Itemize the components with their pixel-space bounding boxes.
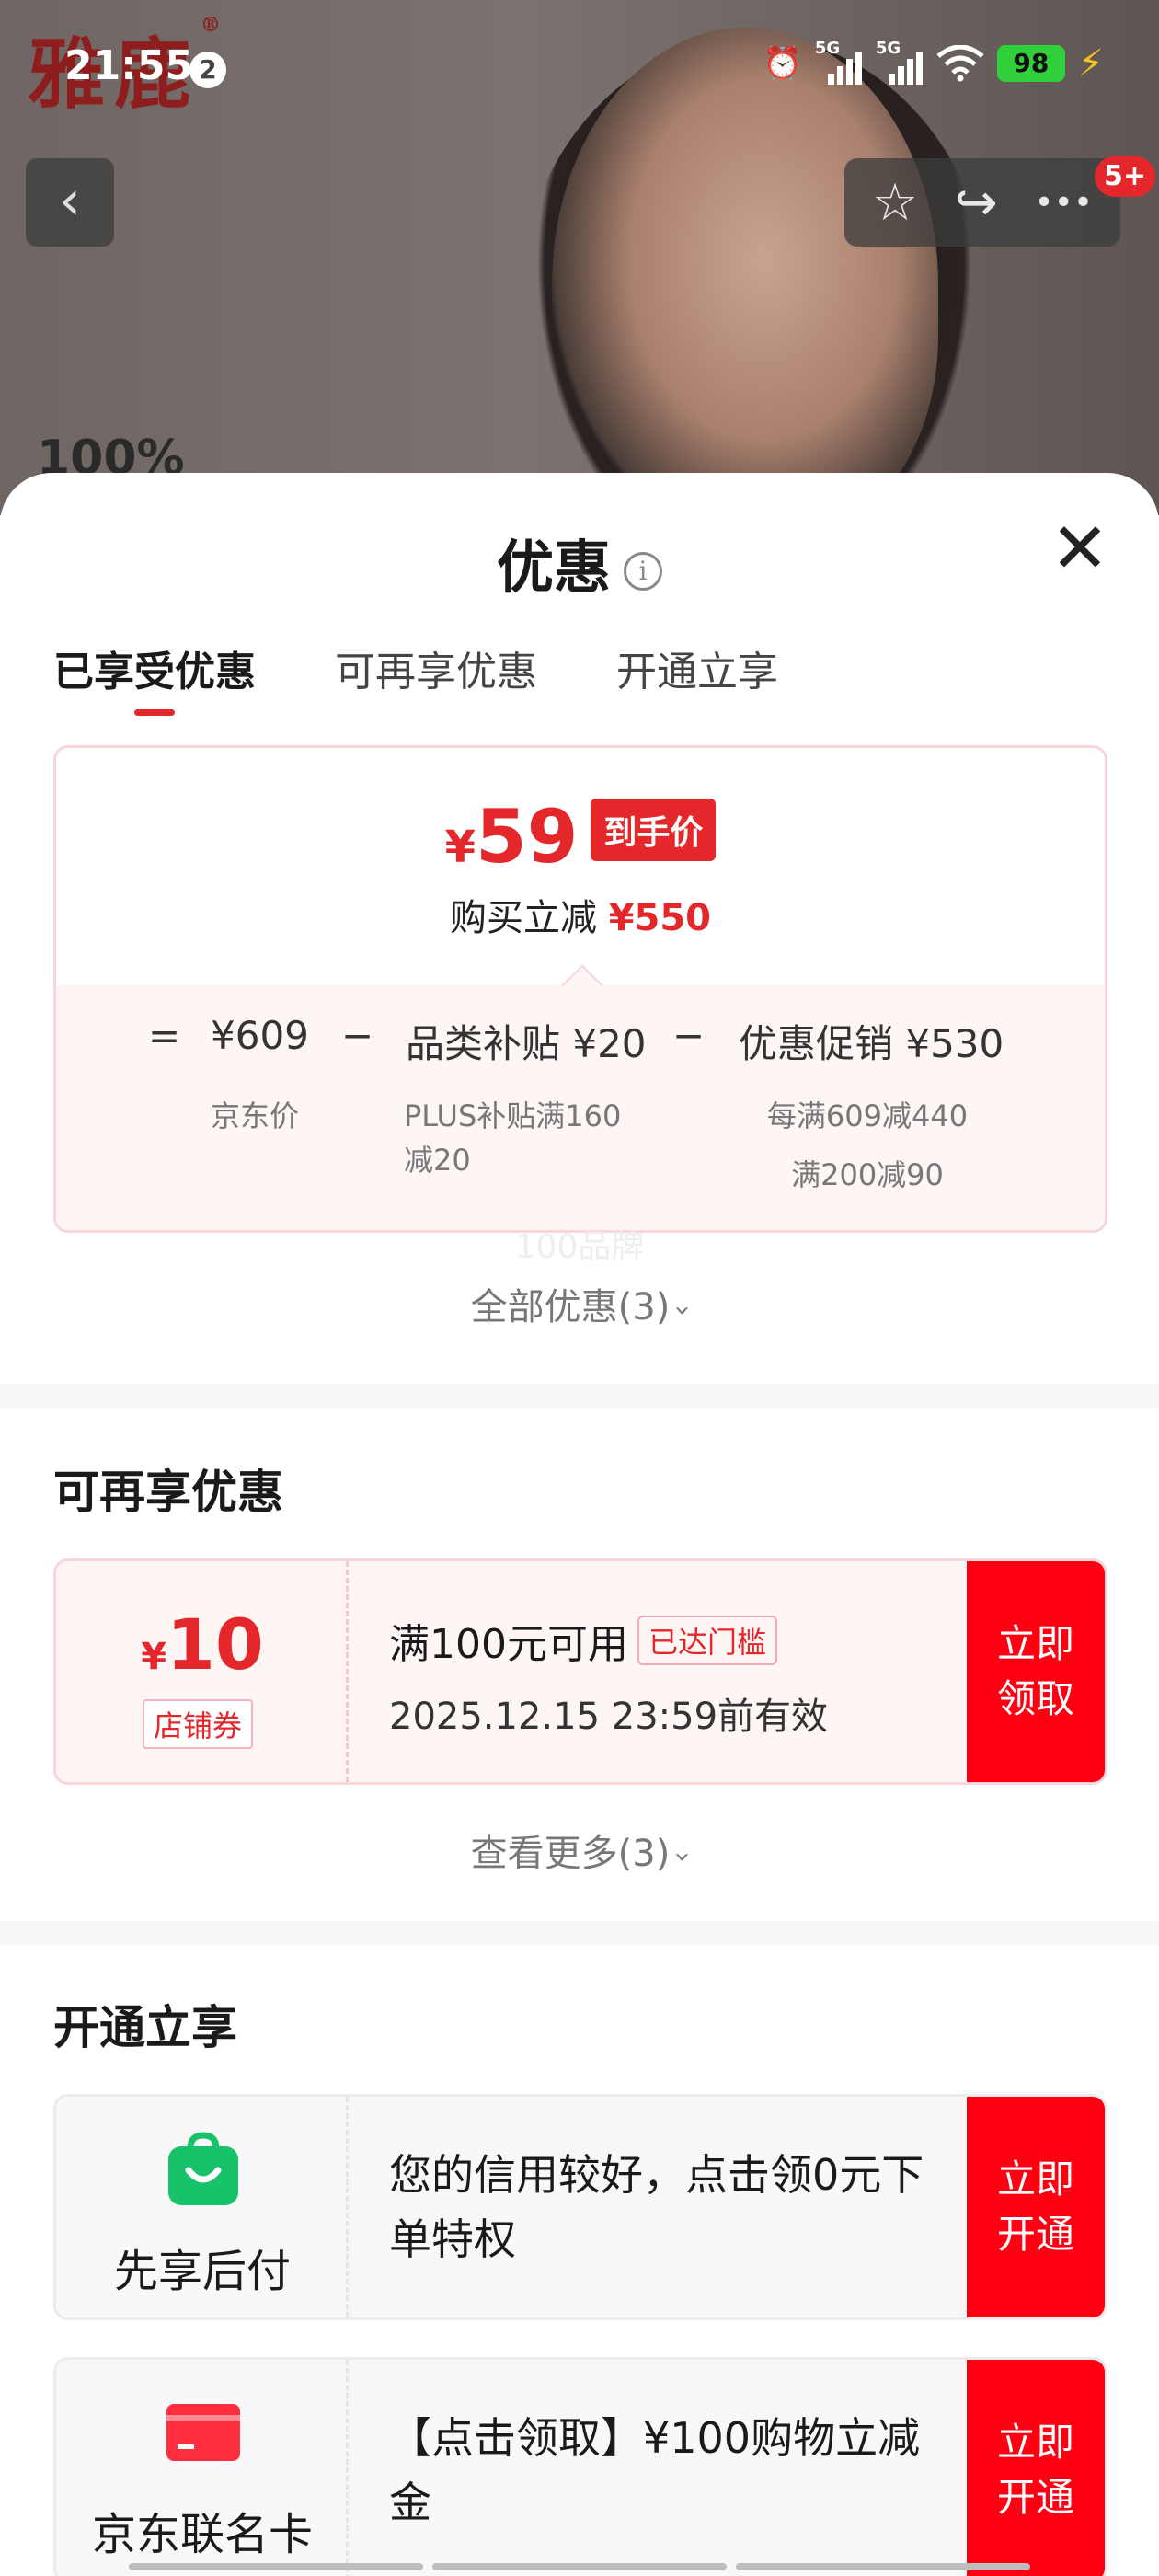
category-subsidy: 品类补贴 ¥20	[406, 1021, 647, 1066]
cart-badge: 5+	[1095, 156, 1156, 197]
promo-note: 每满609减440 满200减90	[766, 1098, 969, 1192]
info-icon[interactable]: i	[624, 551, 662, 591]
tab-open-now[interactable]: 开通立享	[616, 638, 778, 716]
wifi-icon	[936, 45, 984, 82]
jd-price-label: 京东价	[211, 1098, 300, 1133]
section-divider	[0, 1384, 1159, 1408]
back-button[interactable]: ‹	[26, 158, 114, 247]
section-title-more-offers: 可再享优惠	[53, 1466, 283, 1519]
shopping-bag-icon	[165, 2130, 242, 2207]
clock: 21:55	[64, 42, 194, 89]
final-price-tag: 到手价	[591, 799, 717, 861]
tab-bar: 已享受优惠 可再享优惠 开通立享	[53, 638, 778, 716]
section-divider	[0, 1921, 1159, 1945]
signal-icon: 5G	[815, 39, 863, 85]
threshold-badge: 已达门槛	[637, 1616, 777, 1665]
offers-sheet: 优惠 i ✕ 已享受优惠 可再享优惠 开通立享 ¥59 到手价 购买立减 ¥550 …	[0, 473, 1159, 2576]
see-more-link[interactable]: 查看更多(3)›	[0, 1823, 1159, 1877]
coupon-validity: 2025.12.15 23:59前有效	[389, 1696, 829, 1738]
alarm-icon: ⏰	[763, 45, 802, 82]
pay-later-card: 先享后付 您的信用较好，点击领0元下单特权 立即开通	[53, 2094, 1107, 2320]
total-discount: 购买立减 ¥550	[449, 897, 712, 939]
coupon-type: 店铺券	[143, 1699, 254, 1749]
share-icon[interactable]: ↪	[955, 173, 998, 233]
claim-coupon-button[interactable]: 立即领取	[967, 1561, 1105, 1782]
top-action-bar: ☆ ↪ •••	[844, 158, 1120, 247]
jd-price: ¥609	[211, 1013, 309, 1058]
coupon-condition: 满100元可用 已达门槛	[389, 1611, 777, 1670]
subsidy-note: PLUS补贴满160 减20	[404, 1098, 622, 1178]
co-branded-card: 京东联名卡 【点击领取】¥100购物立减金 立即开通	[53, 2357, 1107, 2576]
signal-icon: 5G	[876, 39, 924, 85]
close-button[interactable]: ✕	[1043, 513, 1117, 587]
service-description: 【点击领取】¥100购物立减金	[389, 2413, 921, 2527]
tab-more-offers[interactable]: 可再享优惠	[335, 638, 537, 716]
final-price: ¥59 到手价	[56, 794, 1105, 880]
charging-icon: ⚡	[1077, 42, 1104, 85]
coupon-amount-panel: ¥10 店铺券	[56, 1561, 349, 1782]
service-description: 您的信用较好，点击领0元下单特权	[389, 2150, 924, 2264]
sheet-title: 优惠 i	[0, 521, 1159, 604]
status-icons: ⏰ 5G 5G 98 ⚡	[763, 39, 1104, 85]
tab-enjoyed[interactable]: 已享受优惠	[53, 638, 256, 716]
battery-icon: 98	[996, 45, 1065, 82]
more-icon[interactable]: •••	[1034, 184, 1093, 222]
service-name: 先享后付	[113, 2246, 291, 2297]
all-offers-link[interactable]: 全部优惠(3)›	[0, 1277, 1159, 1330]
activate-pay-later-button[interactable]: 立即开通	[967, 2097, 1105, 2317]
section-title-open-now: 开通立享	[53, 2001, 237, 2054]
chevron-down-icon: ›	[666, 1851, 699, 1863]
chevron-down-icon: ›	[666, 1305, 699, 1317]
watermark: 100品牌	[514, 1228, 645, 1266]
credit-card-icon	[165, 2393, 242, 2470]
notification-count: 2	[189, 52, 226, 88]
status-bar: 21:55 2 ⏰ 5G 5G 98 ⚡	[0, 0, 1159, 138]
price-card: ¥59 到手价 购买立减 ¥550 = ¥609 − 品类补贴 ¥20 − 优惠促…	[53, 745, 1107, 1233]
promo-discount: 优惠促销 ¥530	[739, 1021, 1004, 1066]
activate-card-button[interactable]: 立即开通	[967, 2360, 1105, 2576]
favorite-icon[interactable]: ☆	[872, 173, 918, 233]
store-coupon: ¥10 店铺券 满100元可用 已达门槛 2025.12.15 23:59前有效 …	[53, 1558, 1107, 1785]
service-name: 京东联名卡	[91, 2509, 313, 2560]
home-indicator[interactable]	[129, 2563, 1030, 2570]
